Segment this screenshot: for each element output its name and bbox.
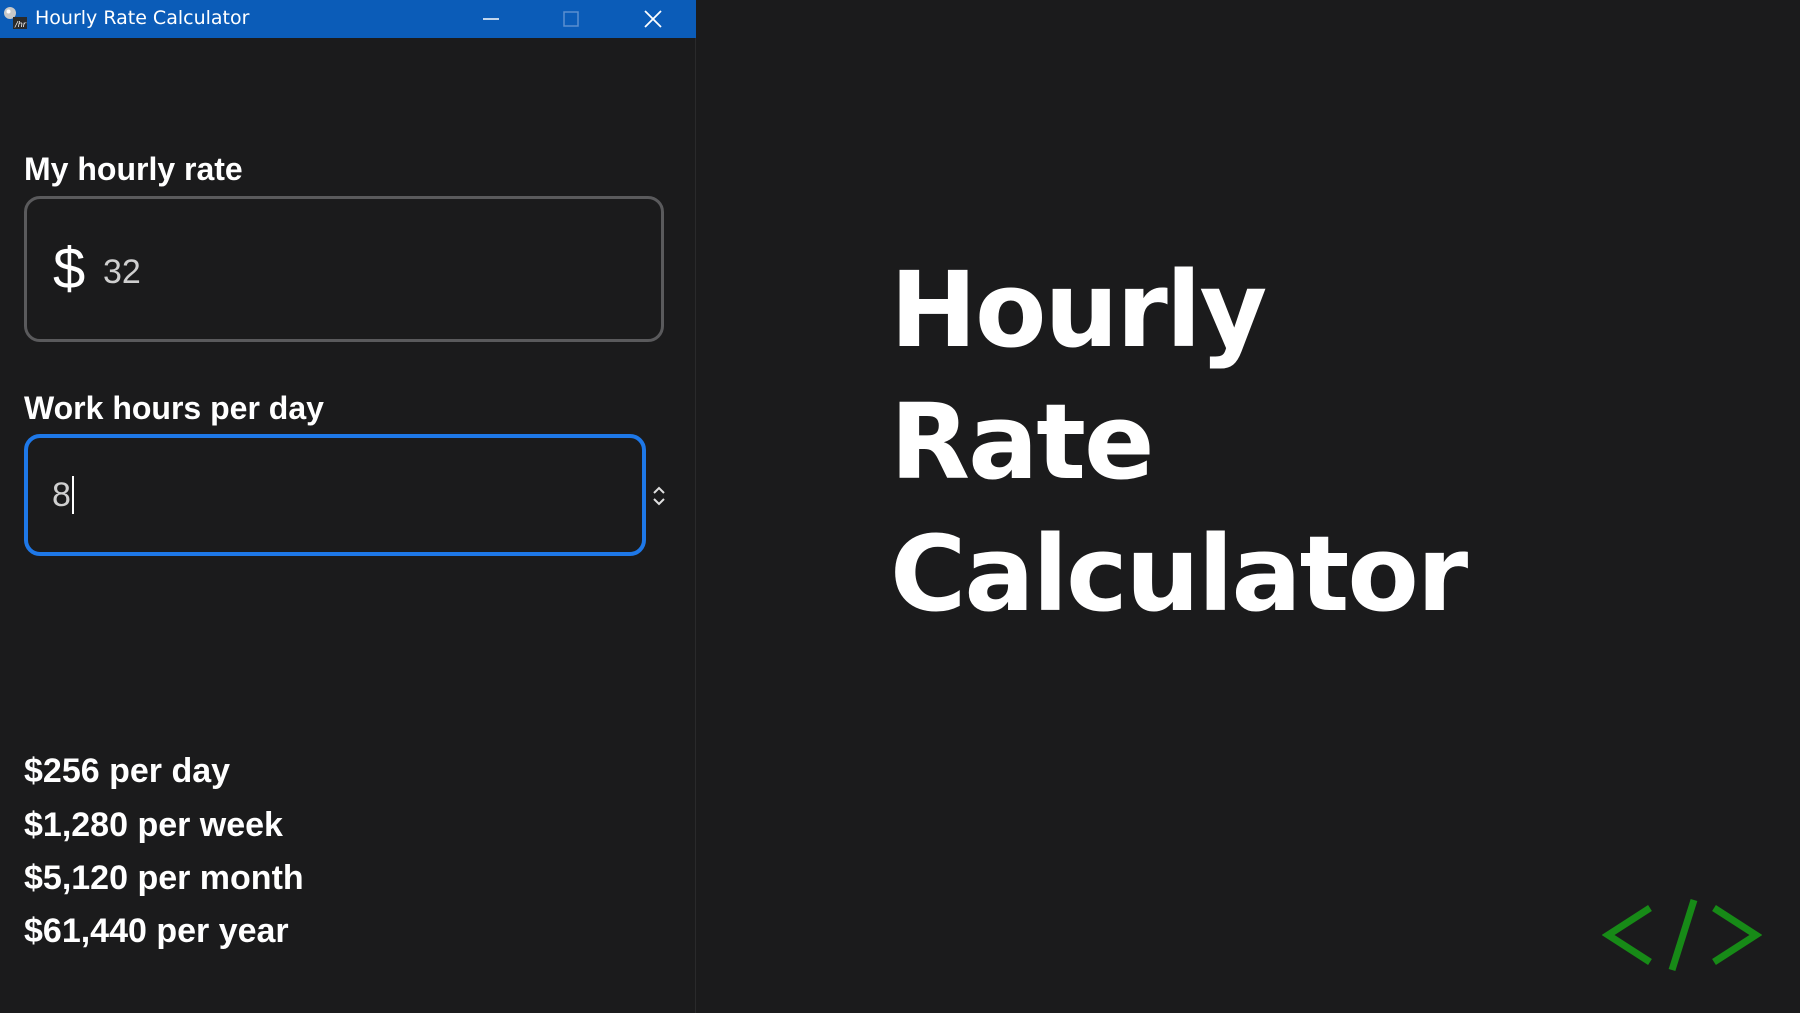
hourly-rate-input[interactable]: $ 32: [24, 196, 664, 342]
window-title: Hourly Rate Calculator: [35, 7, 250, 29]
hourly-rate-label: My hourly rate: [24, 151, 243, 187]
result-per-day: $256 per day: [24, 752, 231, 790]
result-per-week: $1,280 per week: [24, 806, 283, 844]
work-hours-input[interactable]: 8: [24, 434, 646, 556]
close-icon: [644, 10, 662, 28]
maximize-button[interactable]: [532, 0, 610, 38]
svg-text:/hr: /hr: [14, 20, 27, 29]
work-hours-value[interactable]: 8: [52, 476, 71, 514]
minimize-icon: [483, 18, 499, 20]
code-brackets-icon: [1602, 898, 1762, 972]
hero-title-line: Calculator: [890, 513, 1468, 635]
title-bar[interactable]: /hr Hourly Rate Calculator: [0, 0, 696, 38]
hero-title-line: Hourly: [890, 249, 1267, 371]
maximize-icon: [563, 11, 579, 27]
hero-title: Hourly Rate Calculator: [890, 244, 1468, 640]
result-per-year: $61,440 per year: [24, 912, 289, 950]
app-icon: /hr: [2, 4, 28, 30]
close-button[interactable]: [614, 0, 692, 38]
currency-symbol: $: [53, 236, 86, 301]
window-border: [695, 38, 696, 1013]
hourly-rate-value[interactable]: 32: [103, 253, 141, 291]
work-hours-label: Work hours per day: [24, 390, 324, 426]
result-per-month: $5,120 per month: [24, 859, 304, 897]
minimize-button[interactable]: [452, 0, 530, 38]
hero-title-line: Rate: [890, 381, 1155, 503]
app-window: /hr Hourly Rate Calculator My hourly rat…: [0, 0, 696, 1013]
text-caret: [72, 476, 74, 514]
number-spinner-icon[interactable]: [648, 482, 670, 510]
